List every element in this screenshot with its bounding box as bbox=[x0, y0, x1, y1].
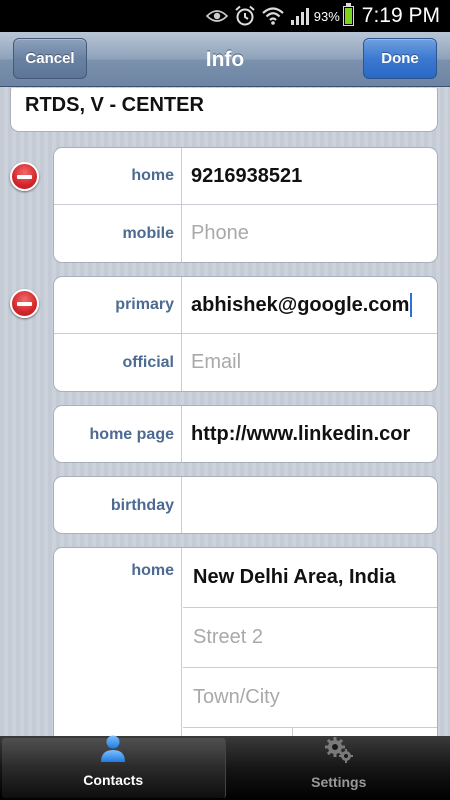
email-label[interactable]: primary bbox=[54, 277, 182, 333]
birthday-group: birthday bbox=[53, 476, 438, 534]
person-icon bbox=[98, 733, 128, 768]
homepage-value[interactable]: http://www.linkedin.cor bbox=[191, 406, 431, 462]
tab-label: Contacts bbox=[83, 772, 144, 788]
minus-icon bbox=[17, 174, 32, 179]
email-value[interactable]: abhishek@google.com bbox=[191, 277, 431, 333]
delete-phone-button[interactable] bbox=[10, 162, 39, 191]
birthday-value[interactable] bbox=[191, 477, 431, 533]
phone-row-home[interactable]: home 9216938521 bbox=[54, 148, 437, 205]
alarm-icon bbox=[234, 5, 256, 27]
eye-icon bbox=[205, 9, 228, 23]
tab-bar: Contacts Settings bbox=[0, 735, 450, 800]
signal-icon bbox=[290, 6, 310, 26]
email-text: abhishek@google.com bbox=[191, 293, 410, 316]
address-group: home New Delhi Area, India Street 2 Town… bbox=[53, 547, 438, 736]
company-field[interactable]: RTDS, V - CENTER bbox=[10, 88, 438, 132]
address-line1[interactable]: New Delhi Area, India bbox=[183, 548, 437, 608]
phone-input[interactable]: Phone bbox=[191, 205, 431, 262]
done-button[interactable]: Done bbox=[363, 38, 437, 79]
status-bar: 93% 7:19 PM bbox=[0, 0, 450, 32]
email-row-primary[interactable]: primary abhishek@google.com bbox=[54, 277, 437, 334]
delete-email-button[interactable] bbox=[10, 289, 39, 318]
phone-group: home 9216938521 mobile Phone bbox=[53, 147, 438, 263]
email-group: primary abhishek@google.com official Ema… bbox=[53, 276, 438, 392]
nav-bar: Info Cancel Done bbox=[0, 32, 450, 87]
homepage-row[interactable]: home page http://www.linkedin.cor bbox=[54, 406, 437, 462]
email-input[interactable]: Email bbox=[191, 334, 431, 391]
address-divider bbox=[292, 728, 293, 736]
tab-settings[interactable]: Settings bbox=[228, 736, 450, 800]
homepage-label[interactable]: home page bbox=[54, 406, 182, 462]
phone-label[interactable]: home bbox=[54, 148, 182, 204]
clock: 7:19 PM bbox=[361, 4, 440, 27]
address-label[interactable]: home bbox=[54, 548, 182, 736]
company-value: RTDS, V - CENTER bbox=[25, 94, 204, 116]
tab-label: Settings bbox=[311, 774, 367, 790]
email-label[interactable]: official bbox=[54, 334, 182, 391]
tab-contacts[interactable]: Contacts bbox=[2, 735, 226, 798]
wifi-icon bbox=[262, 6, 284, 26]
phone-value[interactable]: 9216938521 bbox=[191, 148, 431, 204]
address-street2-input[interactable]: Street 2 bbox=[183, 608, 437, 668]
phone-row-mobile[interactable]: mobile Phone bbox=[54, 205, 437, 262]
contact-form: RTDS, V - CENTER home 9216938521 mobile … bbox=[0, 88, 450, 736]
birthday-label: birthday bbox=[54, 477, 182, 533]
battery-percent: 93% bbox=[313, 8, 340, 24]
text-cursor bbox=[410, 293, 413, 317]
gears-icon bbox=[323, 735, 355, 770]
minus-icon bbox=[17, 301, 32, 306]
birthday-row[interactable]: birthday bbox=[54, 477, 437, 533]
homepage-group: home page http://www.linkedin.cor bbox=[53, 405, 438, 463]
phone-label[interactable]: mobile bbox=[54, 205, 182, 262]
email-row-official[interactable]: official Email bbox=[54, 334, 437, 391]
cancel-button[interactable]: Cancel bbox=[13, 38, 87, 79]
battery-icon bbox=[342, 3, 354, 26]
address-city-input[interactable]: Town/City bbox=[183, 668, 437, 728]
